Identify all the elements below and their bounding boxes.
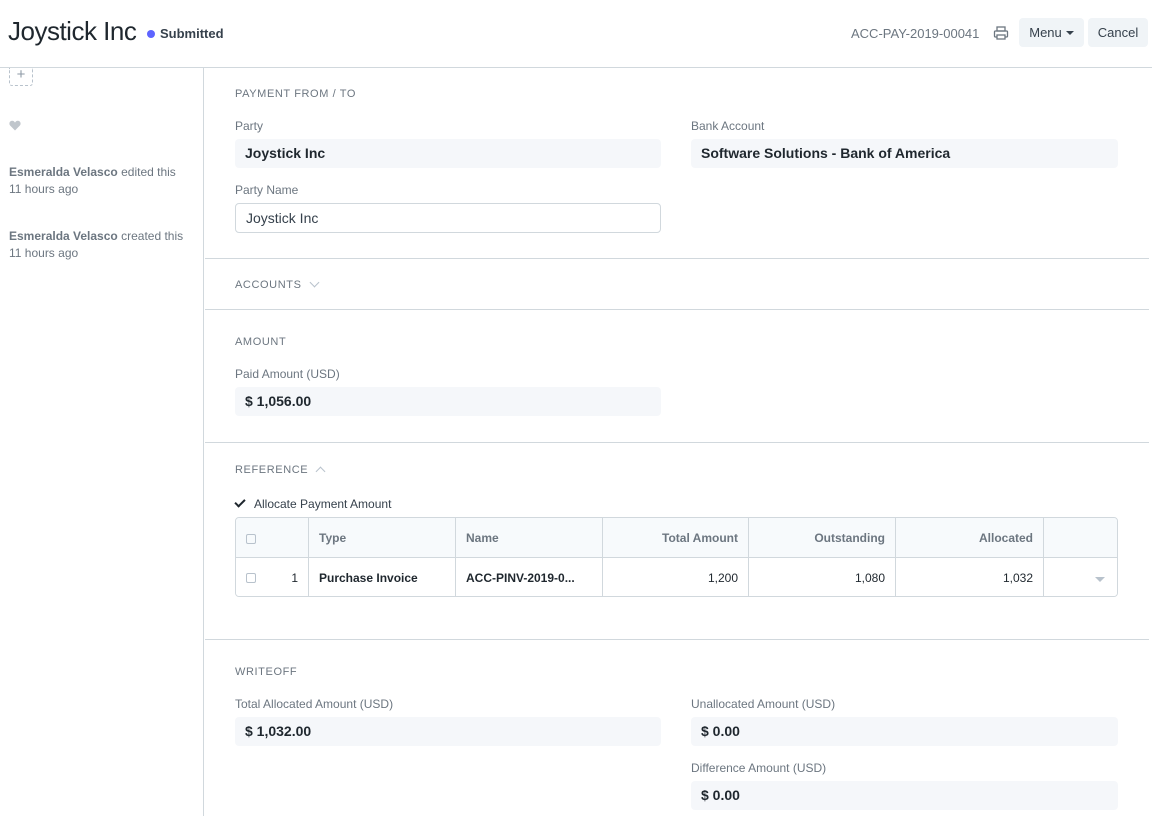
cell-allocated[interactable]: 1,032 — [896, 558, 1044, 596]
section-heading[interactable]: ACCOUNTS — [235, 277, 319, 291]
caret-down-icon — [1065, 30, 1074, 35]
cell-total-amount[interactable]: 1,200 — [603, 558, 749, 596]
section-heading: PAYMENT FROM / TO — [235, 88, 357, 100]
party-name-input[interactable]: Joystick Inc — [235, 203, 661, 233]
cell-name[interactable]: ACC-PINV-2019-0... — [456, 558, 603, 596]
activity-item: Esmeralda Velasco created this 11 hours … — [9, 228, 194, 262]
select-all-checkbox[interactable] — [246, 533, 256, 544]
row-dropdown-icon[interactable] — [1095, 577, 1105, 582]
party-field[interactable]: Joystick Inc — [235, 139, 661, 168]
row-select-cell: 1 — [236, 558, 309, 596]
menu-button[interactable]: Menu — [1019, 18, 1084, 47]
paid-amount-field[interactable]: $ 1,056.00 — [235, 387, 661, 416]
column-header-type: Type — [309, 518, 456, 558]
section-heading[interactable]: REFERENCE — [235, 464, 326, 477]
table-row[interactable]: 1 Purchase Invoice ACC-PINV-2019-0... 1,… — [236, 558, 1117, 596]
party-name-label: Party Name — [235, 183, 299, 197]
accounts-heading: ACCOUNTS — [235, 279, 302, 291]
reference-heading: REFERENCE — [235, 464, 309, 476]
party-label: Party — [235, 119, 264, 133]
column-header-name: Name — [456, 518, 603, 558]
column-header-allocated: Allocated — [896, 518, 1044, 558]
unallocated-label: Unallocated Amount (USD) — [691, 697, 836, 711]
section-heading: AMOUNT — [235, 336, 287, 348]
references-table: Type Name Total Amount Outstanding Alloc… — [235, 517, 1118, 597]
chevron-down-icon — [309, 277, 319, 288]
section-accounts[interactable]: ACCOUNTS — [205, 259, 1149, 310]
section-payment-from-to: PAYMENT FROM / TO Party Joystick Inc Ban… — [205, 68, 1149, 259]
form-body: PAYMENT FROM / TO Party Joystick Inc Ban… — [205, 68, 1149, 816]
unallocated-field[interactable]: $ 0.00 — [691, 717, 1118, 746]
row-index: 1 — [291, 571, 298, 585]
activity-time: 11 hours ago — [9, 246, 79, 260]
allocate-payment-label: Allocate Payment Amount — [254, 497, 392, 511]
difference-field[interactable]: $ 0.00 — [691, 781, 1118, 810]
chevron-up-icon — [315, 466, 326, 477]
difference-label: Difference Amount (USD) — [691, 761, 827, 775]
activity-time: 11 hours ago — [9, 182, 79, 196]
cancel-button[interactable]: Cancel — [1088, 18, 1148, 47]
status-label: Submitted — [160, 26, 224, 41]
bank-account-label: Bank Account — [691, 119, 765, 133]
checkmark-icon — [234, 496, 246, 508]
cell-outstanding[interactable]: 1,080 — [749, 558, 896, 596]
print-icon[interactable] — [993, 25, 1009, 41]
bank-account-field[interactable]: Software Solutions - Bank of America — [691, 139, 1118, 168]
column-header-actions — [1044, 518, 1117, 558]
activity-item: Esmeralda Velasco edited this 11 hours a… — [9, 164, 194, 198]
section-reference: REFERENCE Allocate Payment Amount Type N… — [205, 443, 1149, 640]
paid-amount-label: Paid Amount (USD) — [235, 367, 340, 381]
row-checkbox[interactable] — [246, 573, 256, 583]
table-header-row: Type Name Total Amount Outstanding Alloc… — [236, 518, 1117, 558]
row-actions-cell[interactable] — [1044, 558, 1117, 596]
add-attachment-button[interactable]: + — [9, 67, 33, 86]
menu-button-label: Menu — [1029, 25, 1062, 40]
total-allocated-field[interactable]: $ 1,032.00 — [235, 717, 661, 746]
column-header-total-amount: Total Amount — [603, 518, 749, 558]
section-writeoff: WRITEOFF Total Allocated Amount (USD) $ … — [205, 640, 1149, 816]
allocate-payment-checkbox[interactable]: Allocate Payment Amount — [234, 496, 392, 511]
activity-action: edited this — [121, 165, 176, 179]
status-dot-icon — [147, 29, 155, 38]
column-header-outstanding: Outstanding — [749, 518, 896, 558]
activity-user[interactable]: Esmeralda Velasco — [9, 229, 118, 243]
status-indicator: Submitted — [147, 26, 224, 41]
activity-user[interactable]: Esmeralda Velasco — [9, 165, 118, 179]
total-allocated-label: Total Allocated Amount (USD) — [235, 697, 394, 711]
page-title: Joystick Inc — [8, 16, 137, 46]
sidebar: + Esmeralda Velasco edited this 11 hours… — [0, 67, 204, 816]
document-name: ACC-PAY-2019-00041 — [851, 26, 980, 41]
cell-type[interactable]: Purchase Invoice — [309, 558, 456, 596]
page-header: Joystick Inc Submitted ACC-PAY-2019-0004… — [0, 0, 1152, 68]
section-heading: WRITEOFF — [235, 666, 298, 678]
heart-icon[interactable] — [9, 120, 21, 131]
section-amount: AMOUNT Paid Amount (USD) $ 1,056.00 — [205, 310, 1149, 443]
activity-action: created this — [121, 229, 184, 243]
select-all-cell — [236, 518, 309, 558]
